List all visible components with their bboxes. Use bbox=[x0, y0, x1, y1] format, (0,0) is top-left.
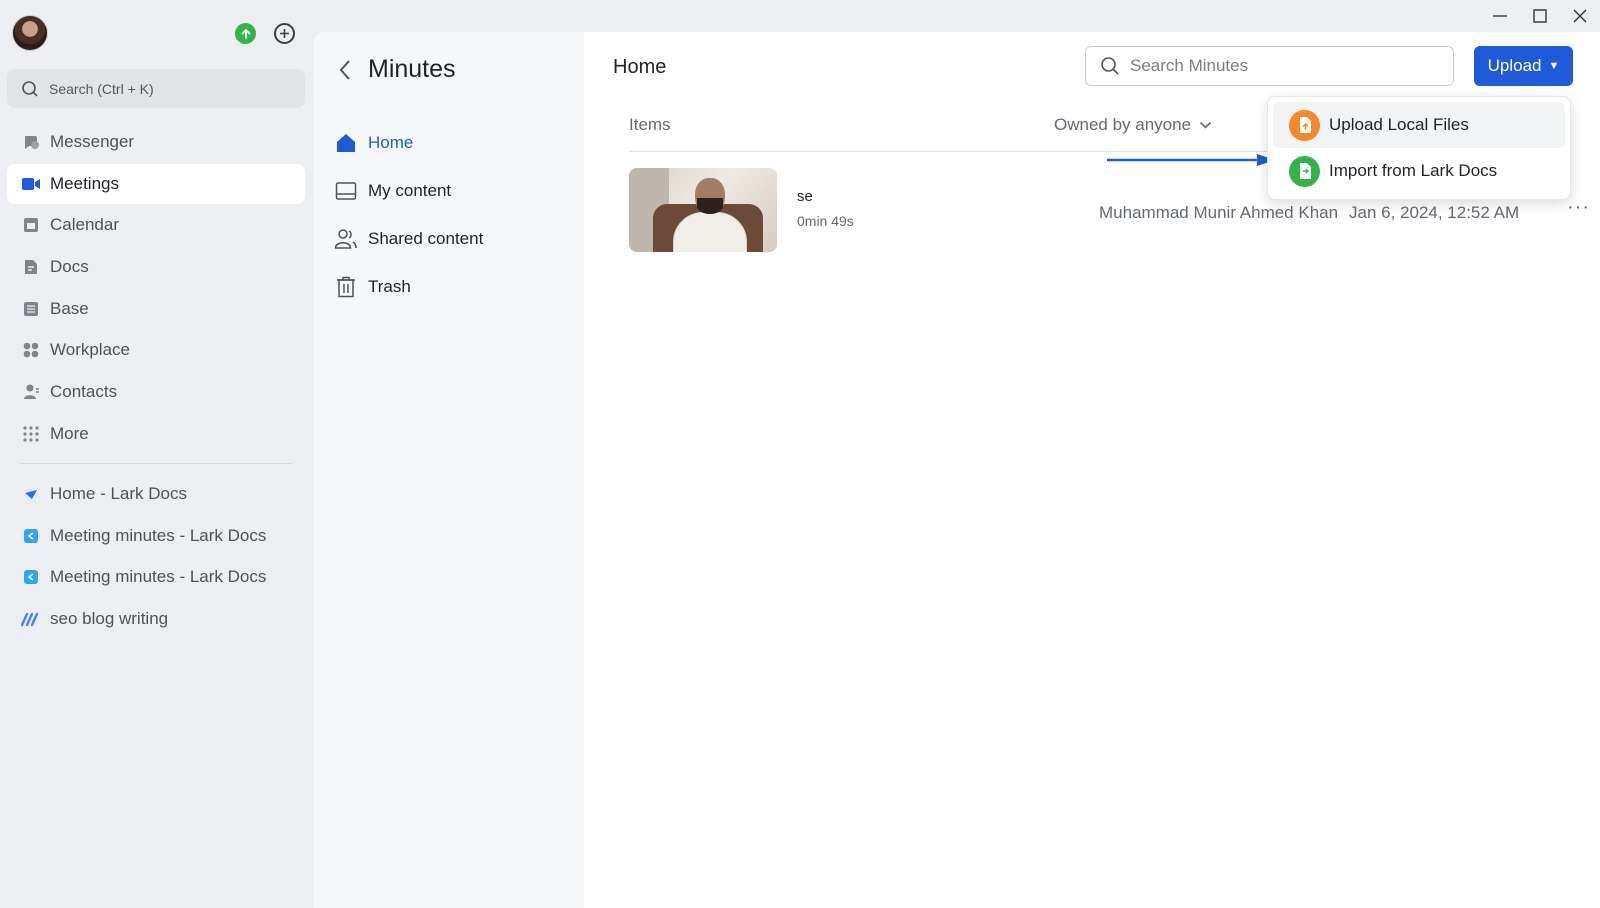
video-camera-icon bbox=[21, 174, 41, 194]
more-options-icon[interactable]: ··· bbox=[1567, 196, 1590, 219]
upload-file-icon bbox=[1289, 109, 1320, 141]
pinned-item-seo-blog-writing[interactable]: seo blog writing bbox=[7, 599, 305, 639]
pinned-item-label: Meeting minutes - Lark Docs bbox=[50, 567, 267, 587]
minutes-nav-label: Shared content bbox=[368, 229, 484, 248]
sidebar-item-workplace[interactable]: Workplace bbox=[7, 330, 305, 370]
minutes-nav-label: Trash bbox=[368, 277, 411, 296]
search-icon bbox=[1101, 57, 1119, 75]
column-header-items: Items bbox=[629, 115, 671, 134]
minutes-nav: Home My content Shared content Trash bbox=[334, 119, 574, 311]
sidebar-item-label: Meetings bbox=[50, 173, 119, 193]
owner-filter-label: Owned by anyone bbox=[1054, 115, 1192, 134]
minutes-nav-home[interactable]: Home bbox=[334, 119, 574, 167]
pinned-item-label: Meeting minutes - Lark Docs bbox=[50, 525, 267, 545]
sidebar-header bbox=[0, 0, 314, 66]
add-icon[interactable] bbox=[274, 23, 295, 44]
sidebar-item-messenger[interactable]: Messenger bbox=[7, 122, 305, 162]
sidebar-item-label: More bbox=[50, 423, 89, 443]
menu-item-upload-local-files[interactable]: Upload Local Files bbox=[1273, 102, 1565, 148]
window-controls bbox=[1480, 0, 1600, 32]
sidebar-item-label: Calendar bbox=[50, 215, 119, 235]
upload-menu: Upload Local Files Import from Lark Docs bbox=[1267, 96, 1571, 200]
pinned-item-label: Home - Lark Docs bbox=[50, 484, 187, 503]
maximize-icon[interactable] bbox=[1520, 0, 1560, 32]
item-duration: 0min 49s bbox=[797, 213, 854, 229]
item-date: Jan 6, 2024, 12:52 AM bbox=[1349, 203, 1520, 222]
lark-doc-icon bbox=[21, 567, 41, 587]
menu-item-label: Import from Lark Docs bbox=[1329, 161, 1498, 180]
sidebar-item-contacts[interactable]: Contacts bbox=[7, 372, 305, 412]
pinned-item-meeting-minutes[interactable]: Meeting minutes - Lark Docs bbox=[7, 516, 305, 556]
chevron-down-icon bbox=[1199, 121, 1212, 129]
pinned-item-home-lark-docs[interactable]: Home - Lark Docs bbox=[7, 474, 305, 514]
home-icon bbox=[334, 131, 358, 155]
app-sidebar: Search (Ctrl + K) Messenger Meetings Cal… bbox=[0, 0, 314, 908]
docs-icon bbox=[21, 257, 41, 277]
minimize-icon[interactable] bbox=[1480, 0, 1520, 32]
menu-item-label: Upload Local Files bbox=[1329, 115, 1469, 134]
upgrade-arrow-icon[interactable] bbox=[235, 23, 256, 44]
sidebar-item-meetings[interactable]: Meetings bbox=[7, 163, 305, 204]
sidebar-item-more[interactable]: More bbox=[7, 414, 305, 454]
trash-icon bbox=[334, 275, 358, 299]
item-owner: Muhammad Munir Ahmed Khan bbox=[1099, 203, 1339, 222]
lark-docs-home-icon bbox=[21, 484, 41, 504]
panel-title: Minutes bbox=[368, 55, 456, 83]
minutes-nav-trash[interactable]: Trash bbox=[334, 263, 574, 311]
lark-doc-icon bbox=[21, 526, 41, 546]
upload-button[interactable]: Upload ▼ bbox=[1474, 46, 1573, 86]
minutes-nav-label: Home bbox=[368, 133, 414, 152]
pinned-item-label: seo blog writing bbox=[50, 609, 169, 629]
search-input[interactable] bbox=[1130, 56, 1430, 76]
minutes-panel: Minutes Home My content Shared content T… bbox=[314, 32, 584, 908]
sidebar-item-calendar[interactable]: Calendar bbox=[7, 205, 305, 245]
sidebar-item-label: Messenger bbox=[50, 132, 135, 151]
global-search-input[interactable]: Search (Ctrl + K) bbox=[7, 69, 305, 108]
annotation-arrow-icon bbox=[1107, 154, 1275, 166]
caret-down-icon: ▼ bbox=[1548, 60, 1560, 72]
owner-filter-dropdown[interactable]: Owned by anyone bbox=[1054, 115, 1212, 135]
workplace-icon bbox=[21, 340, 41, 360]
panel-header: Minutes bbox=[338, 55, 456, 84]
menu-item-import-from-lark-docs[interactable]: Import from Lark Docs bbox=[1273, 148, 1565, 194]
minutes-nav-my-content[interactable]: My content bbox=[334, 167, 574, 215]
contacts-icon bbox=[21, 382, 41, 402]
header-divider bbox=[629, 151, 1269, 152]
back-chevron-icon[interactable] bbox=[338, 59, 352, 81]
pinned-item-meeting-minutes[interactable]: Meeting minutes - Lark Docs bbox=[7, 557, 305, 597]
minutes-nav-shared-content[interactable]: Shared content bbox=[334, 215, 574, 263]
shared-users-icon bbox=[334, 227, 358, 251]
upload-button-label: Upload bbox=[1487, 56, 1542, 75]
video-thumbnail[interactable] bbox=[629, 168, 777, 252]
base-icon bbox=[21, 299, 41, 319]
sidebar-item-docs[interactable]: Docs bbox=[7, 247, 305, 287]
messenger-icon bbox=[21, 132, 41, 152]
item-title[interactable]: se bbox=[797, 188, 813, 205]
sidebar-divider bbox=[20, 463, 292, 464]
search-icon bbox=[22, 80, 38, 97]
sidebar-nav: Messenger Meetings Calendar Docs Base Wo… bbox=[7, 122, 305, 456]
minutes-nav-label: My content bbox=[368, 181, 452, 200]
avatar[interactable] bbox=[12, 15, 48, 51]
sidebar-item-label: Docs bbox=[50, 257, 89, 277]
import-doc-icon bbox=[1289, 155, 1320, 187]
page-title: Home bbox=[613, 56, 667, 78]
search-placeholder: Search (Ctrl + K) bbox=[49, 80, 154, 97]
sidebar-item-base[interactable]: Base bbox=[7, 289, 305, 329]
sidebar-item-label: Workplace bbox=[50, 340, 130, 360]
pinned-list: Home - Lark Docs Meeting minutes - Lark … bbox=[7, 474, 305, 641]
sidebar-item-label: Contacts bbox=[50, 382, 118, 402]
sidebar-item-label: Base bbox=[50, 298, 89, 318]
close-icon[interactable] bbox=[1560, 0, 1600, 32]
folder-icon bbox=[334, 179, 358, 203]
more-dots-icon bbox=[21, 424, 41, 444]
calendar-icon bbox=[21, 215, 41, 235]
minutes-search-field[interactable] bbox=[1085, 46, 1454, 86]
whiteboard-icon bbox=[21, 609, 41, 629]
